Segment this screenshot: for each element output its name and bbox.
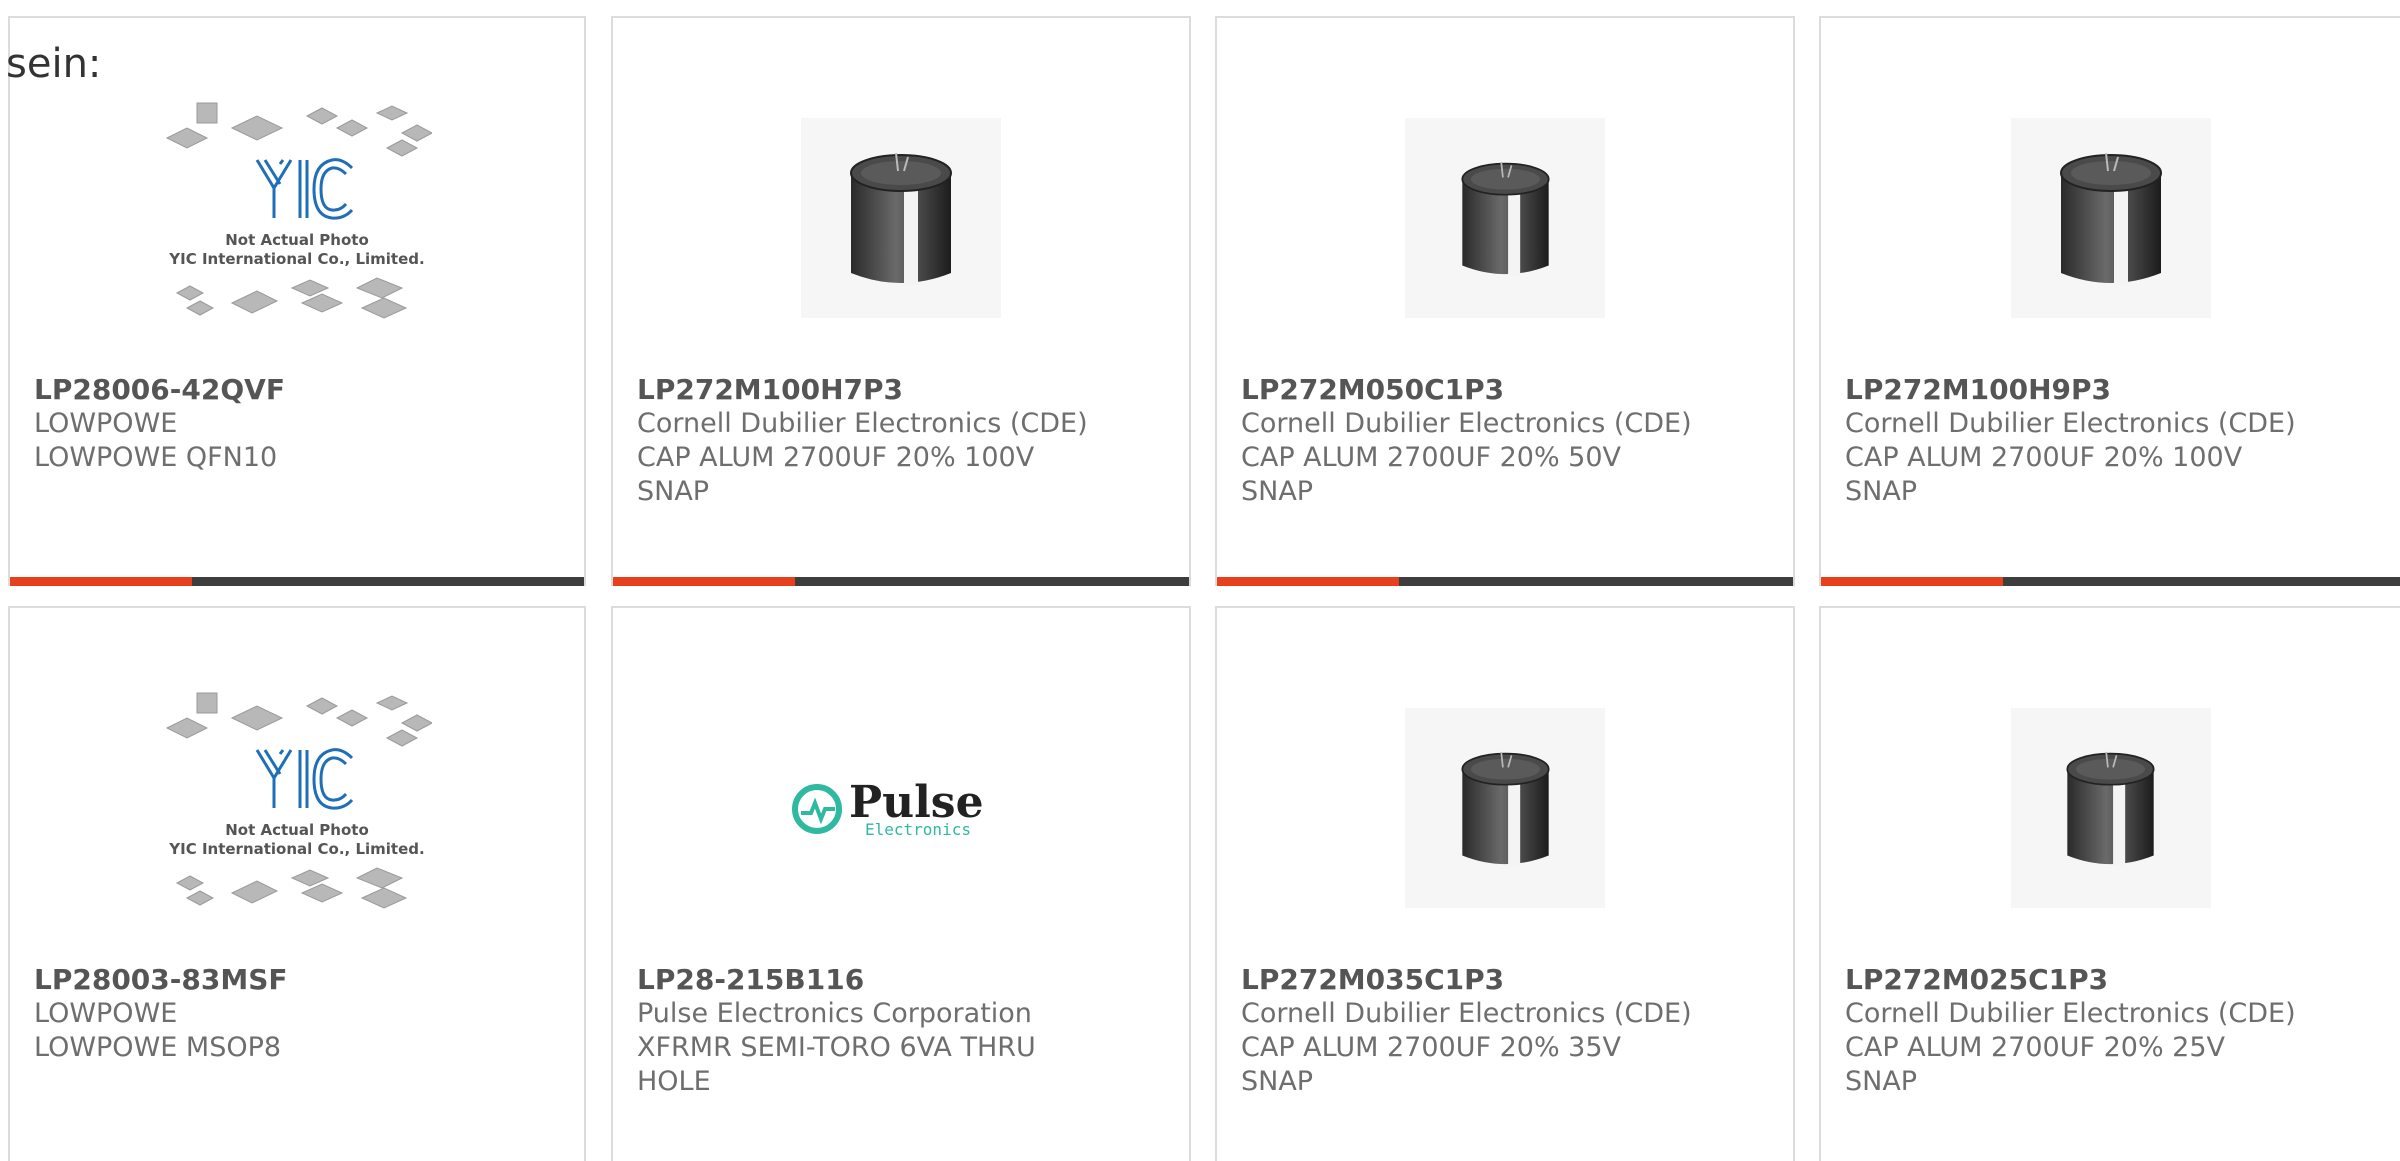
image-caption-2: YIC International Co., Limited. (168, 840, 424, 858)
description: CAP ALUM 2700UF 20% 50V (1241, 442, 1622, 473)
image-caption-1: Not Actual Photo (225, 821, 369, 839)
capacitor-photo (2010, 118, 2211, 318)
manufacturer: LOWPOWE (34, 998, 178, 1029)
description: CAP ALUM 2700UF 20% 100V (1845, 442, 2243, 473)
card-accent-bar (1217, 577, 1399, 586)
part-number-link[interactable]: LP28003-83MSF (34, 963, 564, 997)
pulse-logo-icon: Pulse Electronics (792, 777, 984, 839)
product-image[interactable]: Not Actual Photo YIC International Co., … (10, 78, 584, 358)
product-image[interactable] (613, 78, 1189, 358)
description: LOWPOWE MSOP8 (34, 1032, 282, 1063)
capacitor-photo (1405, 118, 1605, 318)
part-number-link[interactable]: LP272M100H9P3 (1845, 373, 2380, 407)
manufacturer: Cornell Dubilier Electronics (CDE) (1241, 408, 1692, 439)
part-number-link[interactable]: LP272M100H7P3 (637, 373, 1169, 407)
product-card[interactable]: Not Actual Photo YIC International Co., … (8, 16, 586, 586)
product-card[interactable]: Pulse Electronics LP28-215B116 Pulse Ele… (611, 606, 1191, 1161)
manufacturer: LOWPOWE (34, 408, 178, 439)
product-card[interactable]: LP272M035C1P3 Cornell Dubilier Electroni… (1215, 606, 1795, 1161)
capacitor-icon (1460, 751, 1550, 866)
description: XFRMR SEMI-TORO 6VA THRU (637, 1032, 1036, 1063)
capacitor-icon (2059, 152, 2162, 285)
manufacturer: Cornell Dubilier Electronics (CDE) (637, 408, 1088, 439)
product-image[interactable] (1217, 78, 1793, 358)
description-cont: HOLE (637, 1066, 711, 1097)
card-bottom-bar (1821, 577, 2400, 586)
pulse-logo-sub: Electronics (865, 820, 971, 839)
description-cont: SNAP (1845, 476, 1918, 507)
description: CAP ALUM 2700UF 20% 100V (637, 442, 1035, 473)
description-cont: SNAP (1241, 476, 1314, 507)
capacitor-photo (2010, 708, 2211, 908)
manufacturer: Cornell Dubilier Electronics (CDE) (1845, 998, 2296, 1029)
card-accent-bar (10, 577, 192, 586)
product-info: LP28006-42QVF LOWPOWE LOWPOWE QFN10 (34, 373, 564, 475)
capacitor-icon (1460, 161, 1550, 276)
card-bottom-bar (1217, 577, 1793, 586)
manufacturer: Cornell Dubilier Electronics (CDE) (1241, 998, 1692, 1029)
product-card[interactable]: LP272M100H9P3 Cornell Dubilier Electroni… (1819, 16, 2400, 586)
placeholder-chips-icon: Not Actual Photo YIC International Co., … (165, 102, 432, 319)
description-cont: SNAP (1241, 1066, 1314, 1097)
part-number-link[interactable]: LP272M025C1P3 (1845, 963, 2380, 997)
product-grid-page: sein: Not Actual Photo YIC International… (0, 0, 2400, 1161)
product-image[interactable] (1821, 78, 2400, 358)
product-image[interactable]: Pulse Electronics (613, 668, 1189, 948)
part-number-link[interactable]: LP28-215B116 (637, 963, 1169, 997)
description-cont: SNAP (637, 476, 710, 507)
product-info: LP272M100H9P3 Cornell Dubilier Electroni… (1845, 373, 2380, 509)
image-caption-1: Not Actual Photo (225, 231, 369, 249)
capacitor-photo (801, 118, 1001, 318)
product-info: LP272M050C1P3 Cornell Dubilier Electroni… (1241, 373, 1773, 509)
product-info: LP272M035C1P3 Cornell Dubilier Electroni… (1241, 963, 1773, 1099)
capacitor-icon (2066, 751, 2155, 866)
part-number-link[interactable]: LP272M035C1P3 (1241, 963, 1773, 997)
card-accent-bar (1821, 577, 2003, 586)
product-card[interactable]: LP272M025C1P3 Cornell Dubilier Electroni… (1819, 606, 2400, 1161)
card-bottom-bar (613, 577, 1189, 586)
description: LOWPOWE QFN10 (34, 442, 278, 473)
description: CAP ALUM 2700UF 20% 25V (1845, 1032, 2226, 1063)
product-image[interactable] (1217, 668, 1793, 948)
product-card[interactable]: LP272M050C1P3 Cornell Dubilier Electroni… (1215, 16, 1795, 586)
product-image[interactable]: Not Actual Photo YIC International Co., … (10, 668, 584, 948)
manufacturer: Pulse Electronics Corporation (637, 998, 1032, 1029)
part-number-link[interactable]: LP28006-42QVF (34, 373, 564, 407)
part-number-link[interactable]: LP272M050C1P3 (1241, 373, 1773, 407)
image-caption-2: YIC International Co., Limited. (168, 250, 424, 268)
description: CAP ALUM 2700UF 20% 35V (1241, 1032, 1622, 1063)
intro-text: sein: (6, 41, 102, 87)
card-accent-bar (613, 577, 795, 586)
product-card[interactable]: Not Actual Photo YIC International Co., … (8, 606, 586, 1161)
description-cont: SNAP (1845, 1066, 1918, 1097)
product-image[interactable] (1821, 668, 2400, 948)
product-info: LP272M025C1P3 Cornell Dubilier Electroni… (1845, 963, 2380, 1099)
manufacturer: Cornell Dubilier Electronics (CDE) (1845, 408, 2296, 439)
placeholder-chips-icon: Not Actual Photo YIC International Co., … (165, 692, 432, 909)
capacitor-photo (1405, 708, 1605, 908)
capacitor-icon (850, 152, 952, 285)
product-info: LP28003-83MSF LOWPOWE LOWPOWE MSOP8 (34, 963, 564, 1065)
product-info: LP272M100H7P3 Cornell Dubilier Electroni… (637, 373, 1169, 509)
product-info: LP28-215B116 Pulse Electronics Corporati… (637, 963, 1169, 1099)
card-bottom-bar (10, 577, 584, 586)
product-card[interactable]: LP272M100H7P3 Cornell Dubilier Electroni… (611, 16, 1191, 586)
